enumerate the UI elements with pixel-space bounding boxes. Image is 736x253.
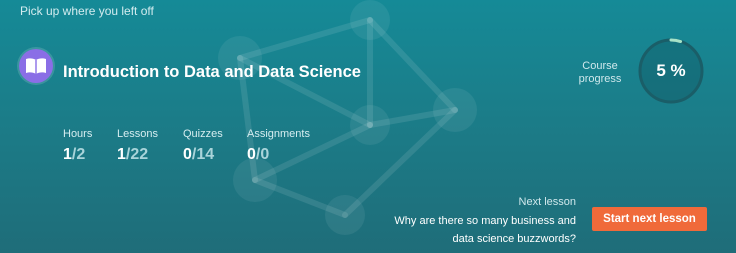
- stat-value: 0/14: [183, 146, 215, 163]
- stat-total: 14: [196, 146, 215, 163]
- stat-value: 1/22: [117, 146, 149, 163]
- stat-label: Hours: [63, 128, 93, 140]
- stat-label: Quizzes: [183, 128, 223, 140]
- stat-done: 1: [63, 146, 72, 163]
- course-title[interactable]: Introduction to Data and Data Science: [63, 63, 361, 82]
- stat-lessons: Lessons 1/22: [117, 128, 158, 164]
- continue-learning-card: Pick up where you left off Introduction …: [0, 0, 736, 253]
- course-icon: [19, 49, 53, 83]
- stat-hours: Hours 1/2: [63, 128, 92, 164]
- stat-assignments: Assignments 0/0: [247, 128, 310, 164]
- stat-label: Lessons: [117, 128, 158, 140]
- stat-value: 0/0: [247, 146, 270, 163]
- stat-done: 1: [117, 146, 126, 163]
- stat-done: 0: [247, 146, 256, 163]
- stat-label: Assignments: [247, 128, 310, 140]
- start-next-lesson-button[interactable]: Start next lesson: [592, 207, 707, 231]
- next-lesson-label: Next lesson: [518, 196, 576, 208]
- next-lesson-title[interactable]: Why are there so many business and data …: [376, 212, 576, 248]
- stat-quizzes: Quizzes 0/14: [183, 128, 223, 164]
- open-book-icon: [26, 58, 46, 74]
- stat-total: 0: [260, 146, 270, 163]
- stat-value: 1/2: [63, 146, 86, 163]
- eyebrow-text: Pick up where you left off: [20, 4, 154, 18]
- stat-total: 22: [130, 146, 149, 163]
- course-progress-label: Course progress: [578, 60, 622, 85]
- stat-total: 2: [76, 146, 86, 163]
- course-progress-value: 5 %: [656, 61, 686, 80]
- stat-done: 0: [183, 146, 192, 163]
